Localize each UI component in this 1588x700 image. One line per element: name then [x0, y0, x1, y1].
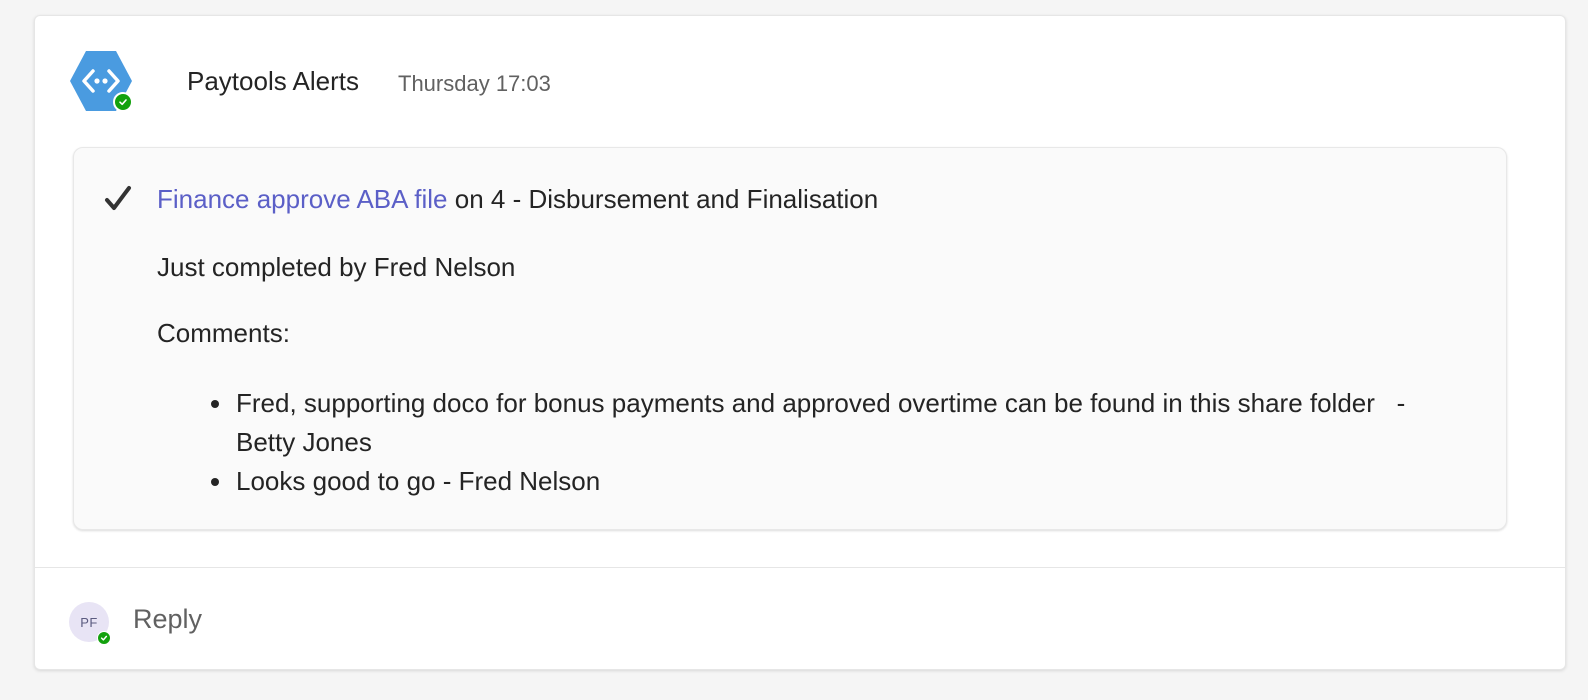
list-item: Looks good to go - Fred Nelson [211, 462, 1466, 501]
sender-name[interactable]: Paytools Alerts [187, 66, 359, 97]
available-check-icon [97, 631, 111, 645]
bullet-icon [211, 478, 219, 486]
alert-title: Finance approve ABA file on 4 - Disburse… [157, 184, 878, 215]
list-item: Fred, supporting doco for bonus payments… [211, 384, 1466, 462]
comments-list: Fred, supporting doco for bonus payments… [211, 384, 1466, 501]
alert-card: Finance approve ABA file on 4 - Disburse… [73, 147, 1507, 530]
user-avatar[interactable]: PF [69, 602, 111, 645]
available-check-icon [113, 92, 133, 112]
completed-by-text: Just completed by Fred Nelson [157, 252, 516, 282]
reply-button[interactable]: Reply [133, 604, 202, 635]
comments-label: Comments: [157, 318, 290, 348]
message-card: Paytools Alerts Thursday 17:03 Finance a… [34, 15, 1566, 670]
check-icon [105, 186, 131, 210]
bot-avatar[interactable] [69, 49, 133, 113]
user-initials: PF [80, 614, 98, 630]
message-header: Paytools Alerts Thursday 17:03 [69, 49, 969, 113]
divider [35, 567, 1565, 568]
task-link[interactable]: Finance approve ABA file [157, 184, 448, 214]
bullet-icon [211, 400, 219, 408]
task-suffix: on 4 - Disbursement and Finalisation [447, 184, 879, 214]
message-timestamp: Thursday 17:03 [398, 71, 551, 96]
